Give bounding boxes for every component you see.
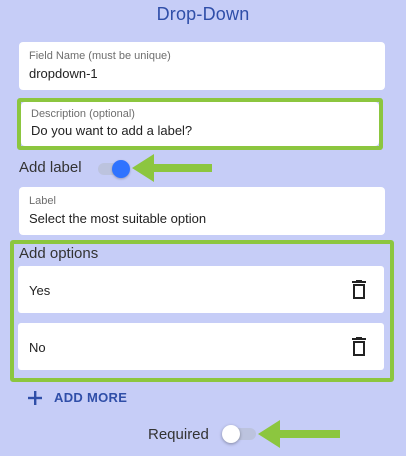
label-field-value: Select the most suitable option (29, 211, 207, 226)
required-toggle[interactable] (222, 424, 262, 444)
option-item[interactable]: Yes (18, 266, 384, 313)
option-item[interactable]: No (18, 323, 384, 370)
option-item-text: Yes (29, 283, 51, 298)
trash-icon (352, 280, 366, 299)
trash-icon (352, 337, 366, 356)
plus-icon (28, 391, 42, 405)
delete-option-button[interactable] (351, 280, 367, 300)
option-item-text: No (29, 340, 46, 355)
field-name-value: dropdown-1 (29, 66, 98, 81)
add-options-title: Add options (19, 245, 99, 262)
label-field-label: Label (29, 195, 56, 207)
add-label-toggle-knob (112, 160, 130, 178)
add-label-arrow-icon (132, 154, 212, 182)
label-input[interactable]: Label Select the most suitable option (19, 187, 385, 235)
required-text: Required (148, 426, 209, 443)
field-name-label: Field Name (must be unique) (29, 50, 171, 62)
add-more-button[interactable]: ADD MORE (28, 386, 138, 408)
add-more-label: ADD MORE (54, 390, 128, 405)
description-value: Do you want to add a label? (31, 123, 193, 138)
delete-option-button[interactable] (351, 337, 367, 357)
field-name-input[interactable]: Field Name (must be unique) dropdown-1 (19, 42, 385, 90)
required-arrow-icon (258, 420, 340, 448)
description-label: Description (optional) (31, 108, 135, 120)
description-input[interactable]: Description (optional) Do you want to ad… (21, 102, 379, 146)
add-label-text: Add label (19, 159, 82, 176)
required-toggle-knob (222, 425, 240, 443)
panel-title: Drop-Down (156, 4, 250, 24)
